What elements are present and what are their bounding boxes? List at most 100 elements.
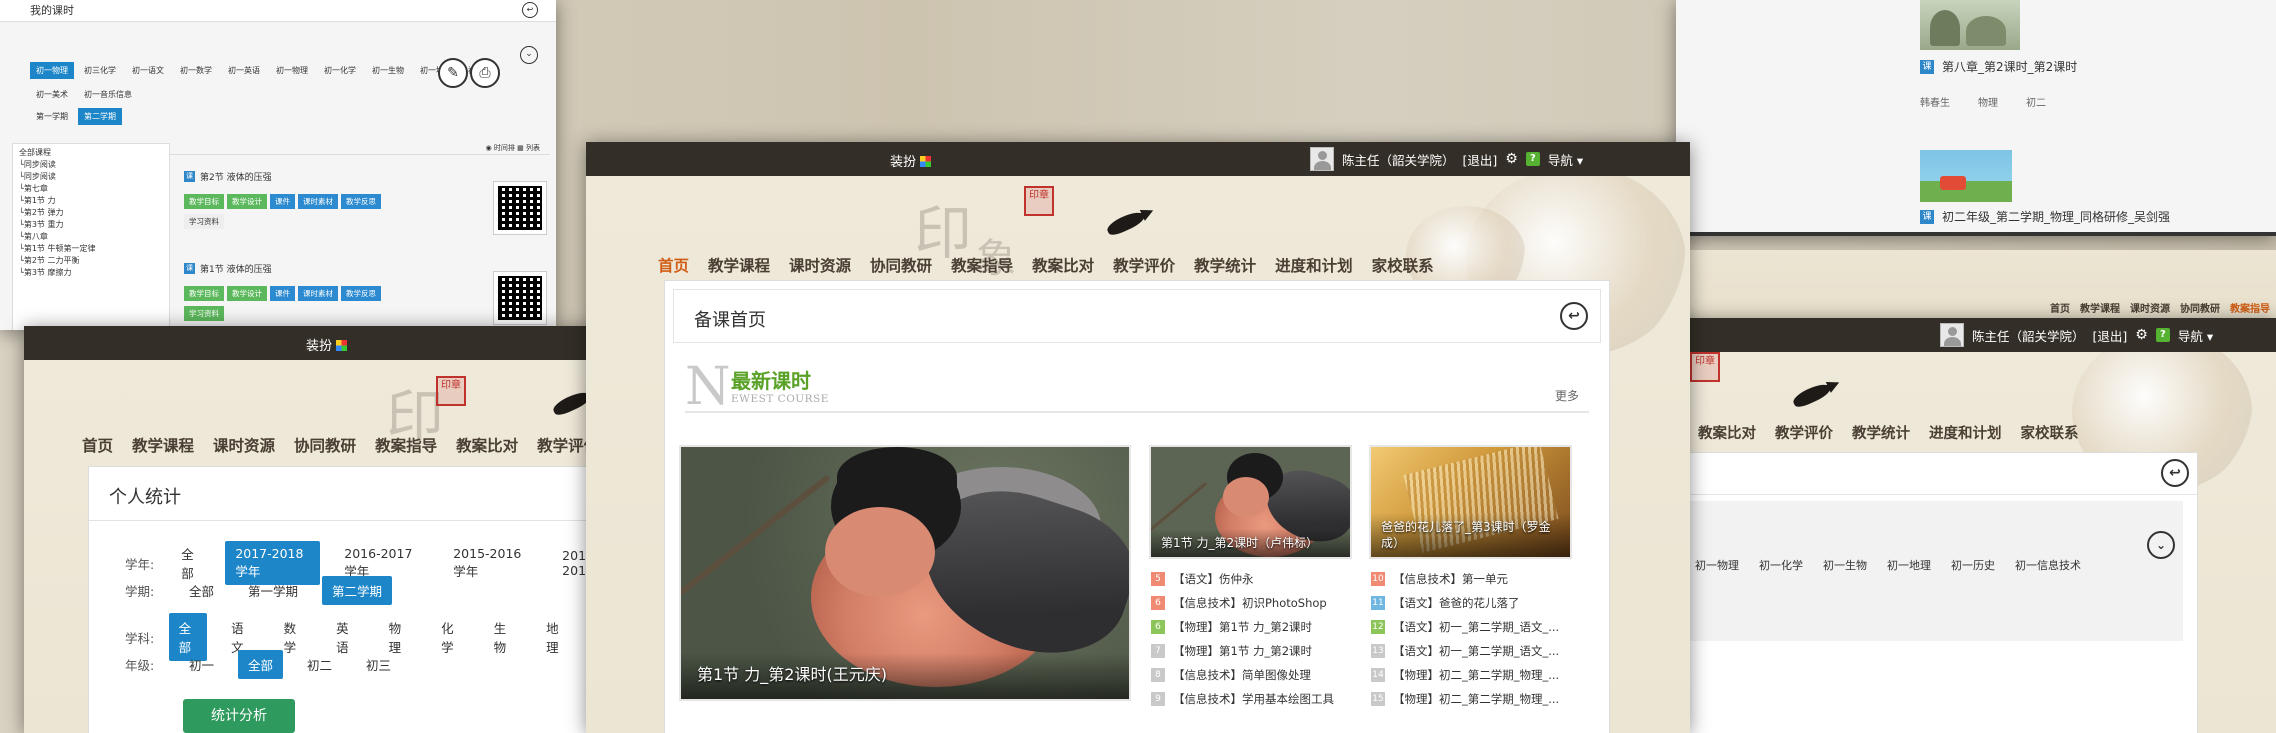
analyze-button[interactable]: 统计分析 xyxy=(183,699,295,733)
edit-icon[interactable]: ✎ xyxy=(438,58,468,88)
lesson-thumb-1[interactable]: 第1节 力_第2课时（卢伟标） xyxy=(1149,445,1352,559)
subject-tag[interactable]: 初一语文 xyxy=(126,62,170,79)
list-item[interactable]: 7 【物理】第1节 力_第2课时 xyxy=(1151,639,1334,663)
tree-node[interactable]: └同步阅读 xyxy=(19,159,163,171)
more-link[interactable]: 更多 xyxy=(1555,387,1579,404)
subject-option[interactable]: 初一化学 xyxy=(1759,557,1803,573)
filter-option[interactable]: 2015-2016学年 xyxy=(443,541,538,585)
list-item[interactable]: 12 【语文】初一_第二学期_语文_... xyxy=(1371,615,1559,639)
subject-tag[interactable]: 初三化学 xyxy=(78,62,122,79)
resource-tag[interactable]: 学习资料 xyxy=(184,214,224,229)
tree-node[interactable]: └第2节 二力平衡 xyxy=(19,255,163,267)
tree-node[interactable]: └同步阅读 xyxy=(19,171,163,183)
term-tag[interactable]: 第二学期 xyxy=(78,108,122,125)
nav-item[interactable]: 协同教研 xyxy=(294,434,356,456)
subject-tag[interactable]: 初一物理 xyxy=(270,62,314,79)
nav-dropdown[interactable]: 导航 ▾ xyxy=(2178,326,2213,345)
term-tag[interactable]: 第一学期 xyxy=(30,108,74,125)
lesson-thumb-2[interactable]: 爸爸的花儿落了_第3课时（罗金成） xyxy=(1369,445,1572,559)
nav-item[interactable]: 进度和计划 xyxy=(1275,254,1353,276)
resource-tag[interactable]: 课时素材 xyxy=(298,286,338,301)
lesson-thumbnail[interactable] xyxy=(1920,0,2020,50)
resource-tag[interactable]: 教学目标 xyxy=(184,286,224,301)
nav-item[interactable]: 课时资源 xyxy=(2130,300,2170,315)
resource-tag[interactable]: 课件 xyxy=(270,286,295,301)
subject-option[interactable]: 初一信息技术 xyxy=(2015,557,2081,573)
filter-option[interactable]: 初一 xyxy=(179,650,224,679)
filter-option[interactable]: 化学 xyxy=(431,613,470,661)
subject-tag[interactable]: 初一美术 xyxy=(30,86,74,103)
collapse-icon[interactable]: ⌄ xyxy=(520,46,538,64)
nav-item[interactable]: 教学统计 xyxy=(1852,422,1910,443)
lesson-item-2[interactable]: 课 初二年级_第二学期_物理_同格研修_吴剑强 xyxy=(1920,208,2170,225)
nav-item[interactable]: 教案指导 xyxy=(2230,300,2270,315)
filter-option[interactable]: 第一学期 xyxy=(238,576,308,605)
filter-option[interactable]: 地理 xyxy=(536,613,575,661)
filter-option[interactable]: 全部 xyxy=(179,576,224,605)
tree-node[interactable]: └第七章 xyxy=(19,183,163,195)
subject-tag[interactable]: 初一化学 xyxy=(318,62,362,79)
tl-lesson-1[interactable]: 课第2节 液体的压强 教学目标 教学设计 课件 课时素材 教学反思 学习资料 xyxy=(184,170,384,229)
nav-item[interactable]: 协同教研 xyxy=(870,254,932,276)
nav-item[interactable]: 教学评价 xyxy=(1775,422,1833,443)
expand-icon[interactable]: ⌄ xyxy=(2147,531,2175,559)
resource-tag[interactable]: 课件 xyxy=(270,194,295,209)
logout-link[interactable]: [退出] xyxy=(2093,326,2128,345)
nav-item[interactable]: 家校联系 xyxy=(1372,254,1434,276)
filter-option[interactable]: 初二 xyxy=(297,650,342,679)
subject-option[interactable]: 初一生物 xyxy=(1823,557,1867,573)
filter-option[interactable]: 第二学期 xyxy=(322,576,393,605)
filter-option[interactable]: 全部 xyxy=(238,650,284,679)
featured-lesson[interactable]: 第1节 力_第2课时(王元庆) xyxy=(679,445,1131,701)
print-icon[interactable]: ⎙ xyxy=(470,58,500,88)
nav-item[interactable]: 首页 xyxy=(658,254,689,276)
logout-link[interactable]: [退出] xyxy=(1463,150,1498,169)
nav-item[interactable]: 教学统计 xyxy=(1194,254,1256,276)
nav-item[interactable]: 首页 xyxy=(82,434,113,456)
avatar[interactable] xyxy=(1310,147,1334,171)
subject-tag[interactable]: 初一生物 xyxy=(366,62,410,79)
filter-option[interactable]: 初三 xyxy=(356,650,401,679)
tree-node[interactable]: └第八章 xyxy=(19,231,163,243)
tree-node[interactable]: └第3节 重力 xyxy=(19,219,163,231)
resource-tag[interactable]: 教学目标 xyxy=(184,194,224,209)
list-item[interactable]: 8 【信息技术】简单图像处理 xyxy=(1151,663,1334,687)
nav-item[interactable]: 教学课程 xyxy=(708,254,770,276)
list-item[interactable]: 10 【信息技术】第一单元 xyxy=(1371,567,1559,591)
list-item[interactable]: 6 【物理】第1节 力_第2课时 xyxy=(1151,615,1334,639)
subject-option[interactable]: 初一地理 xyxy=(1887,557,1931,573)
nav-dropdown[interactable]: 导航 ▾ xyxy=(1548,150,1583,169)
tree-node[interactable]: └第1节 力 xyxy=(19,195,163,207)
tree-node[interactable]: └第2节 弹力 xyxy=(19,207,163,219)
lesson-item-1[interactable]: 课 第八章_第2课时_第2课时 xyxy=(1920,58,2077,75)
subject-option[interactable]: 初一历史 xyxy=(1951,557,1995,573)
subject-option[interactable]: 初一物理 xyxy=(1695,557,1739,573)
subject-tag[interactable]: 初一数学 xyxy=(174,62,218,79)
tree-node[interactable]: └第1节 牛顿第一定律 xyxy=(19,243,163,255)
list-item[interactable]: 5 【语文】伤仲永 xyxy=(1151,567,1334,591)
tl-back-icon[interactable]: ↩ xyxy=(522,2,538,18)
nav-item[interactable]: 首页 xyxy=(2050,300,2070,315)
lesson-thumbnail-2[interactable] xyxy=(1920,150,2012,202)
filter-option[interactable]: 生物 xyxy=(484,613,523,661)
brand[interactable]: 装扮 xyxy=(306,335,348,354)
nav-item[interactable]: 教学评价 xyxy=(1113,254,1175,276)
tree-node[interactable]: 全部课程 xyxy=(19,147,163,159)
tl-lesson-2[interactable]: 课第1节 液体的压强 教学目标 教学设计 课件 课时素材 教学反思 学习资料 xyxy=(184,262,384,321)
brand[interactable]: 装扮 xyxy=(890,151,932,170)
gear-icon[interactable]: ⚙ xyxy=(1505,151,1518,167)
nav-item[interactable]: 家校联系 xyxy=(2021,422,2079,443)
resource-tag[interactable]: 学习资料 xyxy=(184,306,224,321)
resource-tag[interactable]: 教学反思 xyxy=(341,194,381,209)
list-item[interactable]: 13 【语文】初一_第二学期_语文_... xyxy=(1371,639,1559,663)
help-icon[interactable]: ? xyxy=(2155,328,2170,342)
nav-item[interactable]: 教案指导 xyxy=(375,434,437,456)
avatar[interactable] xyxy=(1940,323,1964,347)
list-item[interactable]: 14 【物理】初二_第二学期_物理_... xyxy=(1371,663,1559,687)
resource-tag[interactable]: 课时素材 xyxy=(298,194,338,209)
nav-item[interactable]: 教学课程 xyxy=(2080,300,2120,315)
help-icon[interactable]: ? xyxy=(1525,152,1540,166)
nav-item[interactable]: 课时资源 xyxy=(213,434,275,456)
gear-icon[interactable]: ⚙ xyxy=(2135,327,2148,343)
list-item[interactable]: 6 【信息技术】初识PhotoShop xyxy=(1151,591,1334,615)
